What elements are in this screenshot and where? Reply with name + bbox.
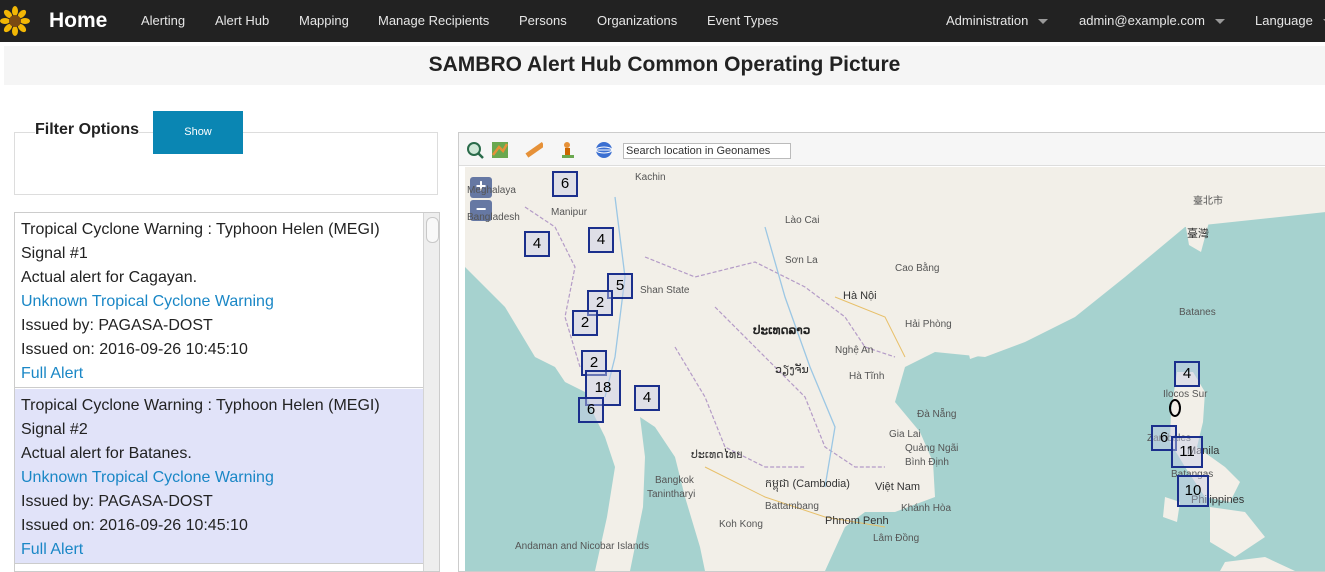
alert-cluster-marker[interactable]: 4 <box>1174 361 1200 387</box>
measure-ruler-icon[interactable] <box>525 141 543 159</box>
map-label: Bangkok <box>655 475 694 486</box>
alert-item[interactable]: Tropical Cyclone Warning : Typhoon Helen… <box>15 213 423 388</box>
map-panel: + − Kachin Shan State Hà Nội ປະເທດລາວ ວຽ… <box>458 132 1325 572</box>
page-title: SAMBRO Alert Hub Common Operating Pictur… <box>428 53 901 76</box>
map-label: Khánh Hòa <box>901 503 952 514</box>
alert-item[interactable]: Tropical Cyclone Warning : Typhoon Helen… <box>15 389 423 564</box>
map-label: Sơn La <box>785 255 818 266</box>
geonames-search-input[interactable] <box>623 143 791 159</box>
alert-issued-on: Issued on: 2016-09-26 10:45:10 <box>21 341 248 358</box>
nav-language-dropdown[interactable]: Language <box>1255 13 1325 29</box>
alert-cluster-marker[interactable]: 2 <box>572 310 598 336</box>
alert-issued-on: Issued on: 2016-09-26 10:45:10 <box>21 517 248 534</box>
map-label: ປະເທດໄທย <box>691 449 743 461</box>
nav-administration-dropdown[interactable]: Administration <box>946 13 1049 29</box>
alert-cluster-marker[interactable]: 10 <box>1177 475 1209 507</box>
map-label: Hà Nội <box>843 290 877 302</box>
map-label: Tanintharyi <box>647 489 696 500</box>
nav-user-dropdown[interactable]: admin@example.com <box>1079 13 1225 29</box>
nav-alerting[interactable]: Alerting <box>141 13 185 29</box>
map-label: Phnom Penh <box>825 515 889 527</box>
map-label: Hà Tĩnh <box>849 371 885 382</box>
sunflower-logo-icon[interactable] <box>0 6 30 36</box>
map-label: Koh Kong <box>719 519 763 530</box>
zoom-extent-icon[interactable] <box>466 141 484 159</box>
map-label: Bình Định <box>905 457 949 468</box>
alert-cluster-marker[interactable]: 4 <box>634 385 660 411</box>
map-toolbar <box>459 133 1325 166</box>
alert-issued-by: Issued by: PAGASA-DOST <box>21 317 213 334</box>
layers-icon[interactable] <box>491 141 509 159</box>
alert-list[interactable]: Tropical Cyclone Warning : Typhoon Helen… <box>14 212 440 572</box>
nav-user-label: admin@example.com <box>1079 13 1205 28</box>
map-label: Cao Bằng <box>895 263 940 274</box>
map-label: Ilocos Sur <box>1163 389 1208 400</box>
map-label: Gia Lai <box>889 429 921 440</box>
street-view-person-icon[interactable] <box>559 141 577 159</box>
map-label: Quảng Ngãi <box>905 443 959 454</box>
top-navbar: Home Alerting Alert Hub Mapping Manage R… <box>0 0 1325 42</box>
chevron-down-icon <box>1214 19 1225 25</box>
alert-cluster-marker[interactable]: 4 <box>588 227 614 253</box>
alert-cluster-marker[interactable]: 6 <box>578 397 604 423</box>
chevron-down-icon <box>1038 19 1049 25</box>
map-label: Kachin <box>635 172 666 183</box>
full-alert-link[interactable]: Full Alert <box>21 362 417 386</box>
alert-issued-by: Issued by: PAGASA-DOST <box>21 493 213 510</box>
full-alert-link[interactable]: Full Alert <box>21 538 417 562</box>
map-label: Việt Nam <box>875 481 921 493</box>
nav-manage-recipients[interactable]: Manage Recipients <box>378 13 489 29</box>
map-label: Andaman and Nicobar Islands <box>515 541 649 552</box>
nav-organizations[interactable]: Organizations <box>597 13 677 29</box>
map-label: Hải Phòng <box>905 319 952 330</box>
map-label: Lâm Đồng <box>873 533 920 544</box>
map-label: Shan State <box>640 285 690 296</box>
nav-language-label: Language <box>1255 13 1313 28</box>
alert-title: Tropical Cyclone Warning : Typhoon Helen… <box>21 221 380 262</box>
nav-administration-label: Administration <box>946 13 1029 28</box>
nav-event-types[interactable]: Event Types <box>707 13 778 29</box>
alert-type-link[interactable]: Unknown Tropical Cyclone Warning <box>21 290 417 314</box>
nav-alert-hub[interactable]: Alert Hub <box>215 13 269 29</box>
alert-cluster-marker[interactable]: 4 <box>524 231 550 257</box>
alert-summary: Actual alert for Cagayan. <box>21 269 198 286</box>
filter-options-title: Filter Options <box>35 121 139 139</box>
map-canvas[interactable]: + − Kachin Shan State Hà Nội ປະເທດລາວ ວຽ… <box>465 167 1325 571</box>
alert-title: Tropical Cyclone Warning : Typhoon Helen… <box>21 397 380 438</box>
map-label: Meghalaya <box>467 185 516 196</box>
map-label: Bangladesh <box>467 212 520 223</box>
alert-summary: Actual alert for Batanes. <box>21 445 192 462</box>
page-title-bar: SAMBRO Alert Hub Common Operating Pictur… <box>4 46 1325 85</box>
map-label: Manipur <box>551 207 588 218</box>
alert-list-scrollbar[interactable] <box>423 213 439 571</box>
map-label: 臺灣 <box>1187 228 1209 240</box>
map-label: Nghệ An <box>835 345 874 356</box>
home-brand-link[interactable]: Home <box>49 8 107 34</box>
nav-mapping[interactable]: Mapping <box>299 13 349 29</box>
map-label: Batanes <box>1179 307 1216 318</box>
nav-persons[interactable]: Persons <box>519 13 567 29</box>
map-label: កម្ពុជា (Cambodia) <box>765 478 850 490</box>
map-label: ປະເທດລາວ <box>753 323 811 337</box>
scrollbar-thumb[interactable] <box>426 217 439 243</box>
alert-cluster-marker[interactable]: 6 <box>552 171 578 197</box>
map-label: ວຽງຈັນ <box>775 364 809 376</box>
map-label: Đà Nẵng <box>917 409 957 420</box>
map-label: Battambang <box>765 501 819 512</box>
geonames-globe-icon[interactable] <box>595 141 613 159</box>
show-filter-button[interactable]: Show <box>153 111 243 154</box>
map-label: Lào Cai <box>785 215 820 226</box>
map-label: 臺北市 <box>1193 196 1223 207</box>
alert-cluster-marker[interactable]: 11 <box>1171 436 1203 468</box>
alert-type-link[interactable]: Unknown Tropical Cyclone Warning <box>21 466 417 490</box>
